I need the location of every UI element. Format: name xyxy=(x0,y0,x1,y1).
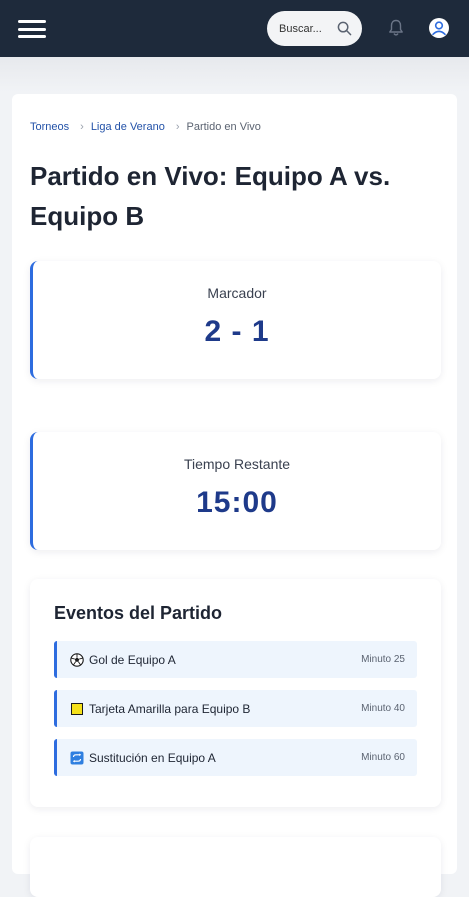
event-text: Sustitución en Equipo A xyxy=(89,750,216,765)
menu-icon[interactable] xyxy=(18,20,46,38)
score-value: 2 - 1 xyxy=(204,315,270,348)
breadcrumb-link-liga[interactable]: Liga de Verano xyxy=(91,121,165,133)
main-content-card: Torneos › Liga de Verano › Partido en Vi… xyxy=(12,94,457,897)
search-icon[interactable] xyxy=(337,21,352,36)
substitution-icon xyxy=(70,751,84,765)
breadcrumb-separator: › xyxy=(175,121,180,133)
event-text: Tarjeta Amarilla para Equipo B xyxy=(89,701,251,716)
score-label: Marcador xyxy=(207,285,267,301)
search-box[interactable] xyxy=(267,11,362,46)
yellow-card-icon xyxy=(70,702,84,716)
page-title: Partido en Vivo: Equipo A vs. Equipo B xyxy=(30,161,391,231)
event-item-substitution[interactable]: Sustitución en Equipo A Minuto 60 xyxy=(54,739,417,776)
event-time: Minuto 25 xyxy=(361,654,405,665)
breadcrumb-separator: › xyxy=(80,121,84,133)
top-navbar xyxy=(0,0,469,57)
timer-card: Tiempo Restante 15:00 xyxy=(30,432,441,550)
timer-label: Tiempo Restante xyxy=(183,456,291,472)
event-item-yellow-card[interactable]: Tarjeta Amarilla para Equipo B Minuto 40 xyxy=(54,690,417,727)
user-icon[interactable] xyxy=(428,17,450,39)
breadcrumb-link-torneos[interactable]: Torneos xyxy=(30,121,69,133)
breadcrumb-current: Partido en Vivo xyxy=(186,121,261,133)
timer-value: 15:00 xyxy=(196,486,278,519)
event-text: Gol de Equipo A xyxy=(89,652,176,667)
next-section-card xyxy=(30,837,441,897)
soccer-ball-icon xyxy=(70,652,84,667)
breadcrumb: Torneos › Liga de Verano › Partido en Vi… xyxy=(30,121,261,133)
score-card: Marcador 2 - 1 xyxy=(30,261,441,379)
header-shadow-strip xyxy=(0,57,469,92)
events-card: Eventos del Partido Gol de Equipo A Minu… xyxy=(30,579,441,807)
event-item-goal[interactable]: Gol de Equipo A Minuto 25 xyxy=(54,641,417,678)
event-time: Minuto 60 xyxy=(361,752,405,763)
events-title: Eventos del Partido xyxy=(54,603,223,623)
search-input[interactable] xyxy=(279,22,331,35)
bell-icon[interactable] xyxy=(388,19,404,37)
event-time: Minuto 40 xyxy=(361,703,405,714)
